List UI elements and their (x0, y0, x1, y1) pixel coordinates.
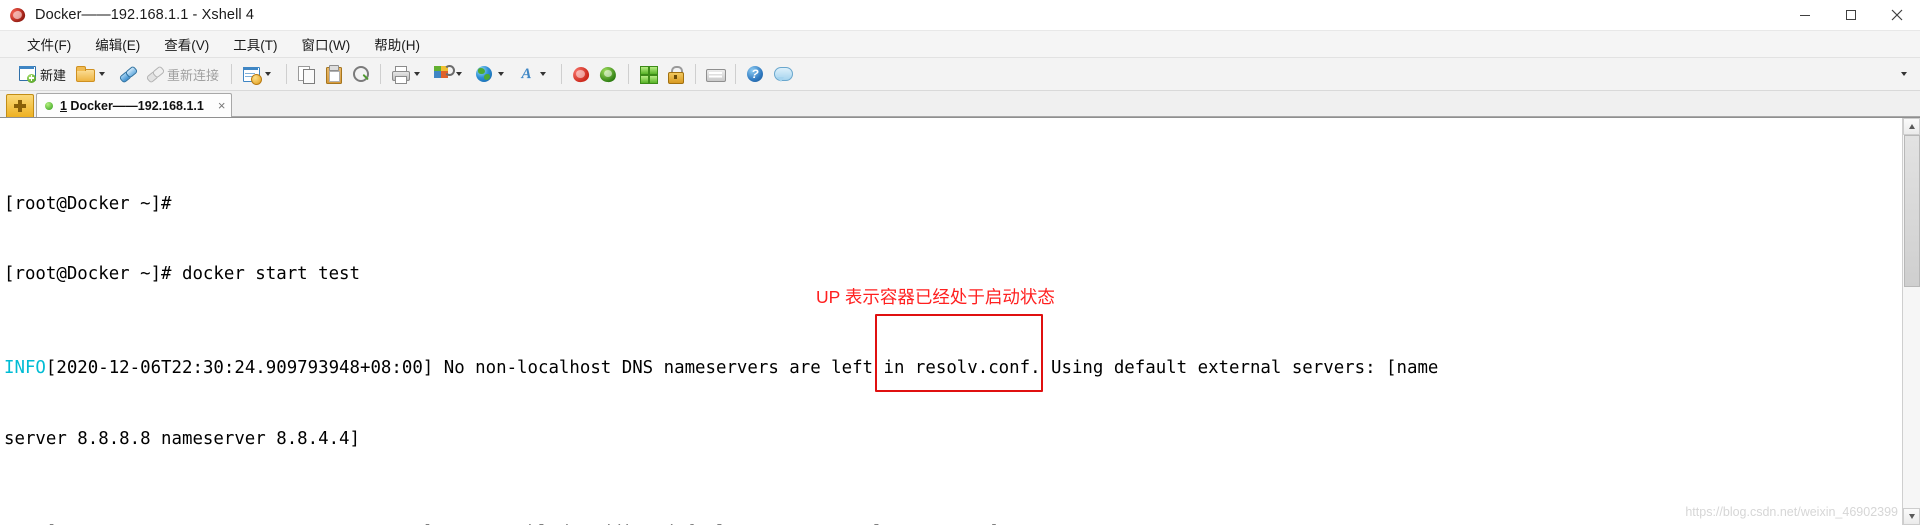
xftp-button[interactable] (596, 61, 621, 87)
font-dropdown-icon[interactable] (540, 72, 547, 76)
encoding-dropdown-icon[interactable] (498, 72, 505, 76)
menu-bar: 文件(F) 编辑(E) 查看(V) 工具(T) 窗口(W) 帮助(H) (0, 31, 1920, 58)
tab-index: 1 (60, 98, 67, 113)
terminal-line: server 8.8.8.8 nameserver 8.8.4.4] (4, 428, 360, 449)
annotation-highlight-box (875, 314, 1043, 392)
toolbar: 新建 重新连接 A ? (0, 58, 1920, 91)
scroll-down-button[interactable] (1903, 508, 1920, 525)
log-message: [2020-12-06T22:30:24.909793948+08:00] No… (45, 358, 1439, 378)
paste-button[interactable] (321, 61, 346, 87)
open-session-dropdown-icon[interactable] (99, 72, 106, 76)
terminal-area: [root@Docker ~]# [root@Docker ~]# docker… (0, 117, 1920, 525)
window-title: Docker——192.168.1.1 - Xshell 4 (35, 7, 254, 23)
font-button[interactable]: A (514, 61, 554, 87)
tab-close-icon[interactable]: × (218, 99, 226, 112)
title-bar: Docker——192.168.1.1 - Xshell 4 (0, 0, 1920, 31)
connection-status-dot-icon (45, 101, 53, 110)
menu-window[interactable]: 窗口(W) (291, 32, 362, 56)
watermark: https://blog.csdn.net/weixin_46902399 (1685, 504, 1898, 519)
chevron-down-icon (1908, 514, 1915, 519)
tab-label: 1 Docker——192.168.1.1 (60, 99, 204, 113)
find-button[interactable] (348, 61, 373, 87)
plus-icon (14, 100, 26, 112)
minimize-button[interactable] (1782, 0, 1828, 30)
xshell-window: Docker——192.168.1.1 - Xshell 4 文件(F) 编辑(… (0, 0, 1920, 525)
font-icon: A (521, 65, 532, 82)
color-scheme-dropdown-icon[interactable] (456, 72, 463, 76)
new-session-icon (18, 65, 37, 84)
feedback-button[interactable] (770, 61, 795, 87)
menu-tools[interactable]: 工具(T) (222, 32, 288, 56)
connect-icon (118, 64, 139, 84)
encoding-button[interactable] (472, 61, 512, 87)
tab-bar-empty-area (232, 93, 1920, 117)
paste-icon (324, 65, 343, 84)
scrollbar-thumb[interactable] (1904, 135, 1920, 287)
xshell-logo-icon (8, 6, 27, 24)
terminal-line: [root@Docker ~]# (4, 193, 182, 214)
arrange-windows-button[interactable] (636, 61, 661, 87)
menu-view[interactable]: 查看(V) (153, 32, 220, 56)
keyboard-button[interactable] (703, 61, 728, 87)
tab-bar: 1 Docker——192.168.1.1 × (0, 91, 1920, 117)
grid-icon (639, 65, 659, 84)
toolbar-separator-5 (628, 64, 630, 84)
help-icon: ? (746, 65, 765, 84)
scroll-up-button[interactable] (1903, 118, 1920, 135)
color-scheme-button[interactable] (430, 61, 470, 87)
search-icon (351, 65, 370, 84)
properties-button[interactable] (239, 61, 279, 87)
toolbar-separator-4 (561, 64, 563, 84)
printer-icon (391, 65, 411, 84)
menu-help[interactable]: 帮助(H) (363, 32, 431, 56)
lock-button[interactable] (663, 61, 688, 87)
tab-docker-session[interactable]: 1 Docker——192.168.1.1 × (36, 93, 233, 117)
chevron-down-icon (1901, 72, 1907, 76)
reconnect-icon (145, 64, 166, 84)
help-glyph: ? (751, 66, 759, 81)
scrollbar-track[interactable] (1903, 135, 1920, 508)
toolbar-overflow-button[interactable] (1897, 58, 1912, 90)
folder-icon (76, 65, 96, 84)
xftp-icon (599, 65, 618, 84)
copy-button[interactable] (294, 61, 319, 87)
properties-dropdown-icon[interactable] (265, 72, 272, 76)
terminal-line: INFO[2020-12-06T22:30:24.909828428+08:00… (4, 522, 1902, 525)
log-level-tag: INFO (4, 358, 46, 378)
chevron-up-icon (1908, 124, 1915, 129)
toolbar-separator-6 (695, 64, 697, 84)
new-session-label: 新建 (40, 67, 67, 83)
print-button[interactable] (388, 61, 428, 87)
vertical-scrollbar[interactable] (1902, 118, 1920, 525)
connect-button[interactable] (115, 61, 140, 87)
toolbar-separator-7 (735, 64, 737, 84)
annotation-label: UP 表示容器已经处于启动状态 (816, 287, 1055, 307)
maximize-button[interactable] (1828, 0, 1874, 30)
xshell-button[interactable] (569, 61, 594, 87)
new-session-button[interactable]: 新建 (15, 61, 71, 87)
toolbar-separator-1 (231, 64, 233, 84)
new-tab-button[interactable] (6, 94, 34, 117)
print-dropdown-icon[interactable] (414, 72, 421, 76)
keyboard-icon (706, 65, 727, 84)
color-palette-icon (433, 64, 456, 84)
help-button[interactable]: ? (743, 61, 768, 87)
terminal-output[interactable]: [root@Docker ~]# [root@Docker ~]# docker… (0, 118, 1902, 525)
reconnect-button[interactable]: 重新连接 (142, 61, 224, 87)
close-button[interactable] (1874, 0, 1920, 30)
xshell-icon (571, 65, 591, 84)
toolbar-separator-3 (380, 64, 382, 84)
menu-edit[interactable]: 编辑(E) (84, 32, 151, 56)
toolbar-separator-2 (286, 64, 288, 84)
reconnect-label: 重新连接 (167, 67, 220, 83)
tab-title: Docker——192.168.1.1 (66, 98, 204, 113)
chat-bubble-icon (773, 65, 793, 84)
properties-icon (242, 65, 263, 85)
menu-file[interactable]: 文件(F) (16, 32, 82, 56)
lock-icon (666, 65, 685, 84)
open-session-button[interactable] (73, 61, 113, 87)
globe-icon (475, 65, 494, 84)
copy-icon (297, 65, 316, 84)
terminal-line: [root@Docker ~]# docker start test (4, 264, 360, 284)
